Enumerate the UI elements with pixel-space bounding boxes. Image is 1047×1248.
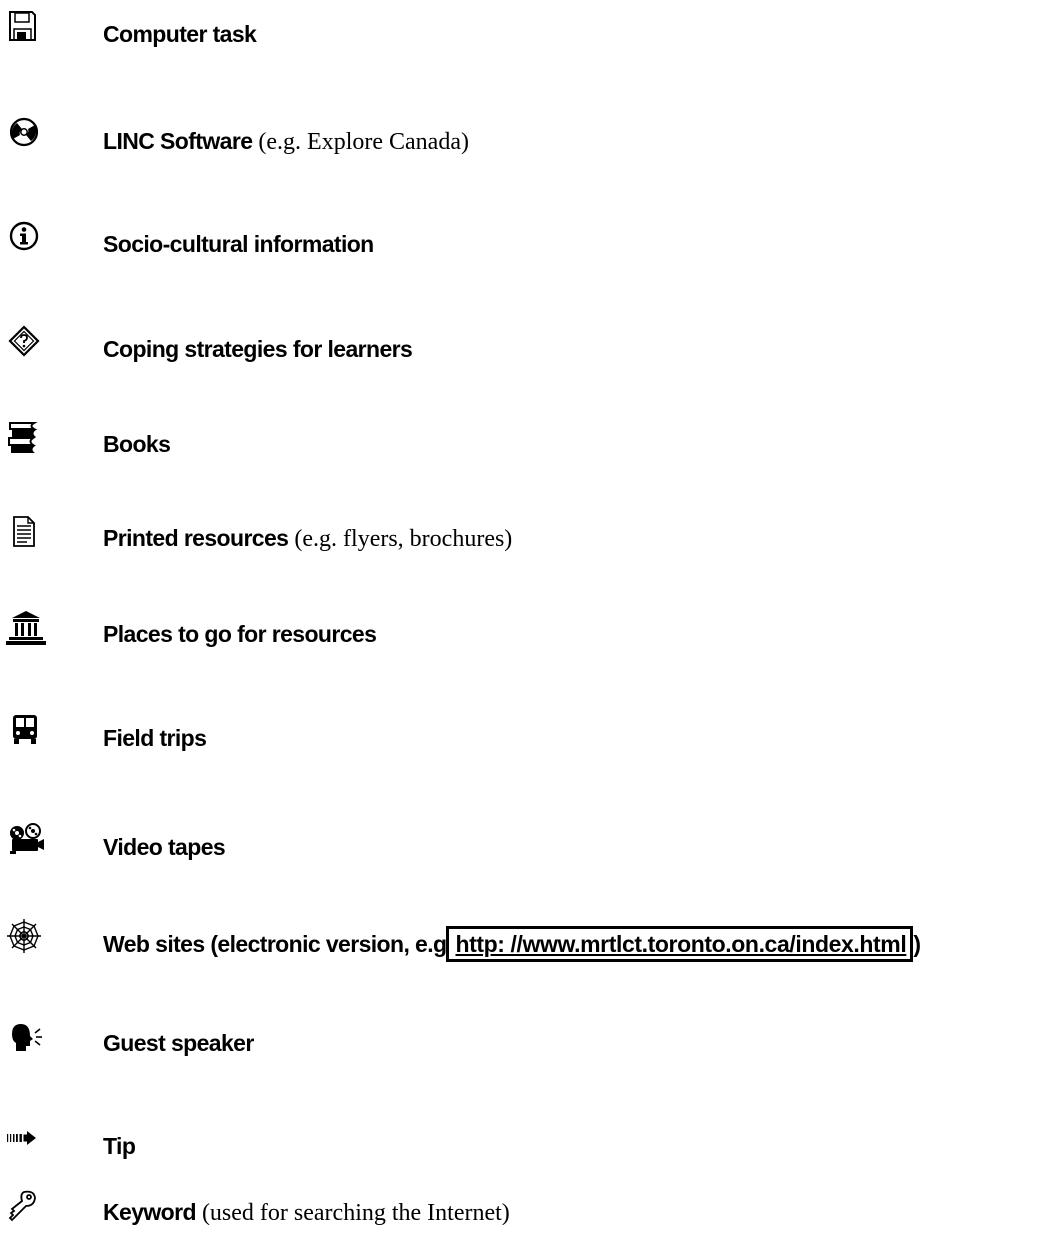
- spider-web-icon: [4, 918, 48, 962]
- legend-label-linc-software: LINC Software: [103, 128, 253, 154]
- legend-item-tip: Tip: [0, 1122, 1047, 1182]
- legend-item-linc-software: LINC Software (e.g. Explore Canada): [0, 117, 1047, 177]
- legend-label-field-trips: Field trips: [103, 725, 207, 751]
- legend-label-keyword: Keyword: [103, 1199, 197, 1225]
- legend-label-coping-strategies: Coping strategies for learners: [103, 336, 413, 362]
- legend-label-video-tapes: Video tapes: [103, 834, 226, 860]
- question-diamond-icon: [4, 325, 48, 369]
- film-projector-icon: [4, 823, 48, 867]
- legend-item-books: Books: [0, 420, 1047, 480]
- key-icon: [4, 1188, 48, 1232]
- legend-label-tip: Tip: [103, 1133, 136, 1159]
- legend-item-places-to-go: Places to go for resources: [0, 610, 1047, 670]
- website-url-link[interactable]: http: //www.mrtlct.toronto.on.ca/index.h…: [446, 926, 914, 962]
- legend-item-web-sites: Web sites (electronic version, e.g http:…: [0, 918, 1047, 978]
- building-icon: [4, 610, 48, 654]
- legend-note-printed-resources: (e.g. flyers, brochures): [288, 526, 513, 552]
- bus-icon: [4, 714, 48, 758]
- document-icon: [4, 514, 48, 558]
- legend-label-socio-cultural-information: Socio-cultural information: [103, 231, 374, 257]
- legend-item-socio-cultural-information: Socio-cultural information: [0, 220, 1047, 280]
- legend-item-computer-task: Computer task: [0, 10, 1047, 70]
- arrow-icon: [4, 1122, 48, 1166]
- legend-label-web-sites-suffix: ): [913, 931, 921, 957]
- legend-item-coping-strategies: Coping strategies for learners: [0, 325, 1047, 385]
- legend-label-guest-speaker: Guest speaker: [103, 1030, 254, 1056]
- cd-rom-icon: [4, 117, 48, 161]
- legend-label-computer-task: Computer task: [103, 21, 257, 47]
- legend-label-printed-resources: Printed resources: [103, 525, 289, 551]
- floppy-disk-icon: [4, 10, 48, 54]
- legend-item-field-trips: Field trips: [0, 714, 1047, 774]
- legend-item-video-tapes: Video tapes: [0, 823, 1047, 883]
- legend-note-keyword: (used for searching the Internet): [195, 1200, 510, 1226]
- legend-item-keyword: Keyword (used for searching the Internet…: [0, 1188, 1047, 1248]
- legend-note-linc-software: (e.g. Explore Canada): [252, 129, 469, 155]
- legend-label-web-sites: Web sites (electronic version, e.g: [103, 931, 447, 957]
- info-circle-icon: [4, 220, 48, 264]
- speaking-head-icon: [4, 1019, 48, 1063]
- legend-item-guest-speaker: Guest speaker: [0, 1019, 1047, 1079]
- books-icon: [4, 420, 48, 464]
- legend-item-printed-resources: Printed resources (e.g. flyers, brochure…: [0, 514, 1047, 574]
- legend-label-places-to-go: Places to go for resources: [103, 621, 377, 647]
- legend-label-books: Books: [103, 431, 171, 457]
